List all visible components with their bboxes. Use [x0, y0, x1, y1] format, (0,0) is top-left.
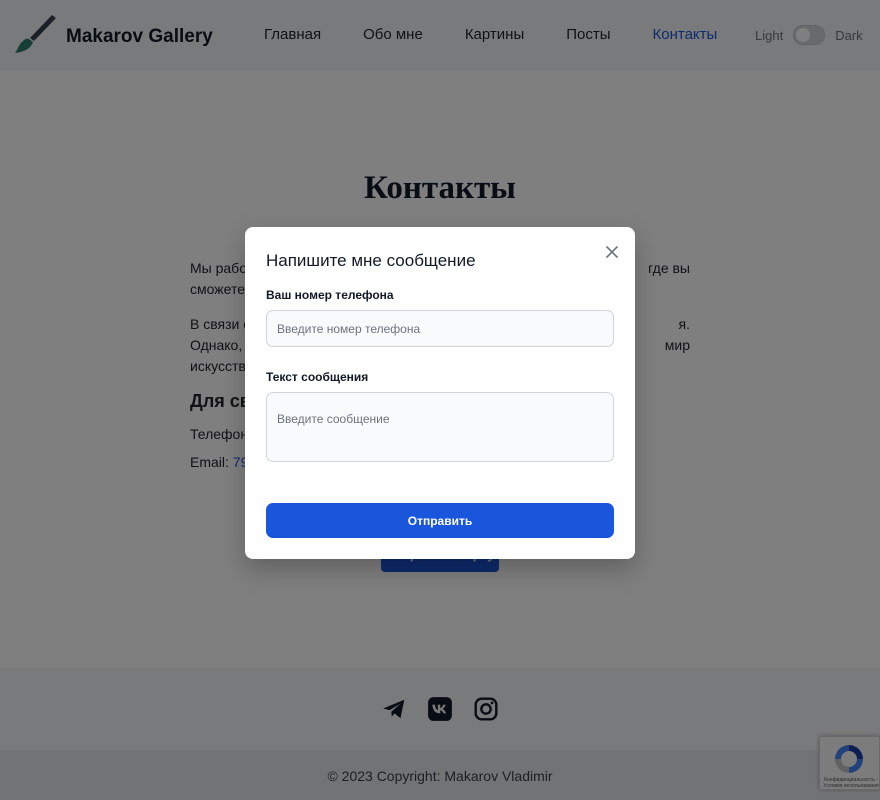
- close-icon: [606, 246, 618, 258]
- phone-label: Ваш номер телефона: [266, 288, 394, 302]
- phone-input[interactable]: [266, 310, 614, 347]
- modal-title: Напишите мне сообщение: [266, 251, 476, 270]
- message-label: Текст сообщения: [266, 370, 369, 384]
- message-textarea[interactable]: [266, 392, 614, 462]
- submit-button[interactable]: Отправить: [266, 503, 614, 538]
- close-button[interactable]: [603, 243, 621, 261]
- message-modal: Напишите мне сообщение Ваш номер телефон…: [245, 227, 635, 559]
